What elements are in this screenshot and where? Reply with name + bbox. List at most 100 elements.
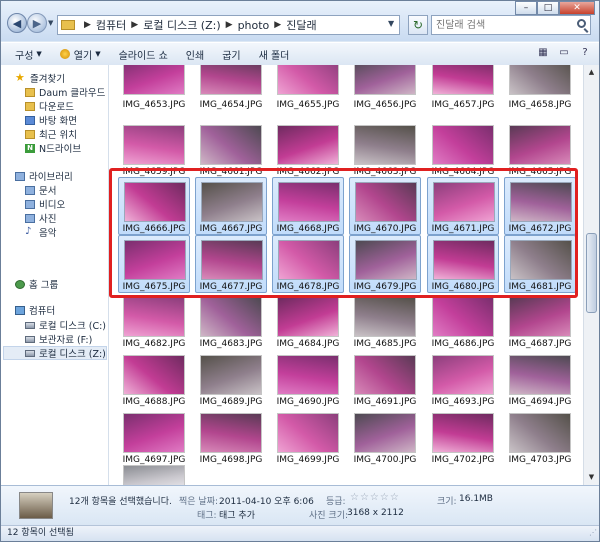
- back-button[interactable]: ◀: [7, 13, 27, 33]
- file-item[interactable]: IMG_4689.JPG: [195, 351, 267, 409]
- nav-ndrive[interactable]: N N드라이브: [25, 141, 81, 155]
- address-dropdown[interactable]: ▼: [388, 19, 394, 28]
- nav-drive-f[interactable]: 보관자료 (F:): [25, 332, 92, 346]
- file-item[interactable]: IMG_4662.JPG: [272, 121, 344, 179]
- file-item[interactable]: IMG_4671.JPG: [427, 177, 499, 235]
- file-item[interactable]: IMG_4667.JPG: [195, 177, 267, 235]
- file-item[interactable]: IMG_4670.JPG: [349, 177, 421, 235]
- nav-pictures[interactable]: 사진: [25, 211, 56, 225]
- file-item[interactable]: IMG_4685.JPG: [349, 293, 421, 351]
- nav-desktop[interactable]: 바탕 화면: [25, 113, 77, 127]
- file-item[interactable]: IMG_4668.JPG: [272, 177, 344, 235]
- nav-homegroup[interactable]: 홈 그룹: [15, 277, 58, 291]
- file-item[interactable]: IMG_4658.JPG: [504, 65, 576, 117]
- file-item[interactable]: IMG_4697.JPG: [118, 409, 190, 467]
- file-item[interactable]: IMG_4699.JPG: [272, 409, 344, 467]
- breadcrumb-separator[interactable]: ▶: [84, 20, 91, 30]
- nav-documents[interactable]: 문서: [25, 183, 56, 197]
- tags-value[interactable]: 태그 추가: [219, 508, 255, 521]
- resize-grip-icon[interactable]: ⋰: [589, 525, 597, 540]
- file-item[interactable]: IMG_4693.JPG: [427, 351, 499, 409]
- file-item[interactable]: IMG_4691.JPG: [349, 351, 421, 409]
- scroll-thumb[interactable]: [586, 233, 597, 313]
- file-item[interactable]: IMG_4677.JPG: [195, 235, 267, 293]
- minimize-button[interactable]: –: [515, 1, 537, 15]
- burn-button[interactable]: 굽기: [222, 47, 240, 62]
- scroll-down-button[interactable]: ▼: [584, 470, 599, 485]
- search-input[interactable]: [436, 17, 566, 33]
- nav-label: 음악: [39, 228, 57, 239]
- file-item[interactable]: IMG_4654.JPG: [195, 65, 267, 117]
- search-box[interactable]: [431, 15, 591, 35]
- file-item[interactable]: IMG_4675.JPG: [118, 235, 190, 293]
- nav-downloads[interactable]: 다운로드: [25, 99, 74, 113]
- file-item[interactable]: IMG_4703.JPG: [504, 409, 576, 467]
- help-button[interactable]: ?: [577, 46, 593, 60]
- slideshow-button[interactable]: 슬라이드 쇼: [119, 47, 168, 62]
- file-list[interactable]: IMG_4653.JPG IMG_4654.JPG IMG_4655.JPG IMG_…: [109, 65, 583, 485]
- breadcrumb-separator[interactable]: ▶: [274, 20, 281, 30]
- file-item[interactable]: IMG_4681.JPG: [504, 235, 576, 293]
- file-item[interactable]: IMG_4661.JPG: [195, 121, 267, 179]
- breadcrumb-local-z[interactable]: 로컬 디스크 (Z:): [143, 17, 220, 33]
- file-item[interactable]: IMG_4679.JPG: [349, 235, 421, 293]
- maximize-button[interactable]: □: [537, 1, 559, 15]
- file-item[interactable]: [118, 463, 190, 485]
- file-item[interactable]: IMG_4659.JPG: [118, 121, 190, 179]
- nav-drive-c[interactable]: 로컬 디스크 (C:): [25, 318, 106, 332]
- file-item[interactable]: IMG_4657.JPG: [427, 65, 499, 117]
- scroll-up-button[interactable]: ▲: [584, 65, 599, 80]
- file-item[interactable]: IMG_4656.JPG: [349, 65, 421, 117]
- organize-button[interactable]: 구성 ▼: [15, 47, 42, 62]
- file-item[interactable]: IMG_4686.JPG: [427, 293, 499, 351]
- file-item[interactable]: IMG_4688.JPG: [118, 351, 190, 409]
- file-item[interactable]: IMG_4682.JPG: [118, 293, 190, 351]
- file-item[interactable]: IMG_4653.JPG: [118, 65, 190, 117]
- date-value[interactable]: 2011-04-10 오후 6:06: [219, 494, 314, 507]
- file-item[interactable]: IMG_4684.JPG: [272, 293, 344, 351]
- file-item[interactable]: IMG_4694.JPG: [504, 351, 576, 409]
- file-item[interactable]: IMG_4655.JPG: [272, 65, 344, 117]
- open-button[interactable]: 열기 ▼: [59, 47, 101, 62]
- file-item[interactable]: IMG_4678.JPG: [272, 235, 344, 293]
- nav-favorites[interactable]: ★ 즐겨찾기: [15, 71, 65, 85]
- breadcrumb-separator[interactable]: ▶: [226, 20, 233, 30]
- file-item[interactable]: IMG_4666.JPG: [118, 177, 190, 235]
- file-item[interactable]: IMG_4672.JPG: [504, 177, 576, 235]
- file-item[interactable]: IMG_4683.JPG: [195, 293, 267, 351]
- breadcrumb-separator[interactable]: ▶: [131, 20, 138, 30]
- file-item[interactable]: IMG_4680.JPG: [427, 235, 499, 293]
- file-item[interactable]: IMG_4690.JPG: [272, 351, 344, 409]
- file-item[interactable]: IMG_4665.JPG: [504, 121, 576, 179]
- refresh-button[interactable]: ↻: [408, 15, 428, 35]
- forward-button[interactable]: ▶: [27, 13, 47, 33]
- file-item[interactable]: IMG_4687.JPG: [504, 293, 576, 351]
- address-bar[interactable]: ▶ 컴퓨터 ▶ 로컬 디스크 (Z:) ▶ photo ▶ 진달래: [57, 15, 400, 35]
- nav-libraries[interactable]: 라이브러리: [15, 169, 73, 183]
- nav-computer[interactable]: 컴퓨터: [15, 303, 55, 317]
- file-name: IMG_4686.JPG: [431, 339, 495, 349]
- preview-pane-button[interactable]: ▭: [556, 46, 572, 60]
- file-item[interactable]: IMG_4664.JPG: [427, 121, 499, 179]
- nav-videos[interactable]: 비디오: [25, 197, 65, 211]
- file-item[interactable]: IMG_4663.JPG: [349, 121, 421, 179]
- change-view-button[interactable]: ▦: [535, 46, 551, 60]
- vertical-scrollbar[interactable]: ▲ ▼: [583, 65, 599, 485]
- file-item[interactable]: IMG_4698.JPG: [195, 409, 267, 467]
- nav-music[interactable]: ♪ 음악: [25, 225, 57, 240]
- new-folder-button[interactable]: 새 폴더: [259, 47, 290, 62]
- recent-pages-dropdown[interactable]: ▼: [48, 19, 53, 27]
- breadcrumb-computer[interactable]: 컴퓨터: [96, 17, 126, 33]
- nav-daum-cloud[interactable]: Daum 클라우드: [25, 85, 105, 99]
- search-icon[interactable]: [577, 19, 586, 28]
- print-button[interactable]: 인쇄: [186, 47, 204, 62]
- rating-stars[interactable]: ☆☆☆☆☆: [350, 492, 400, 503]
- close-button[interactable]: ✕: [559, 1, 595, 15]
- file-item[interactable]: IMG_4700.JPG: [349, 409, 421, 467]
- nav-recent[interactable]: 최근 위치: [25, 127, 77, 141]
- photo-thumbnail: [354, 65, 416, 95]
- breadcrumb-current[interactable]: 진달래: [286, 17, 316, 33]
- breadcrumb-photo[interactable]: photo: [238, 19, 270, 32]
- file-item[interactable]: IMG_4702.JPG: [427, 409, 499, 467]
- nav-drive-z[interactable]: 로컬 디스크 (Z:): [3, 346, 107, 360]
